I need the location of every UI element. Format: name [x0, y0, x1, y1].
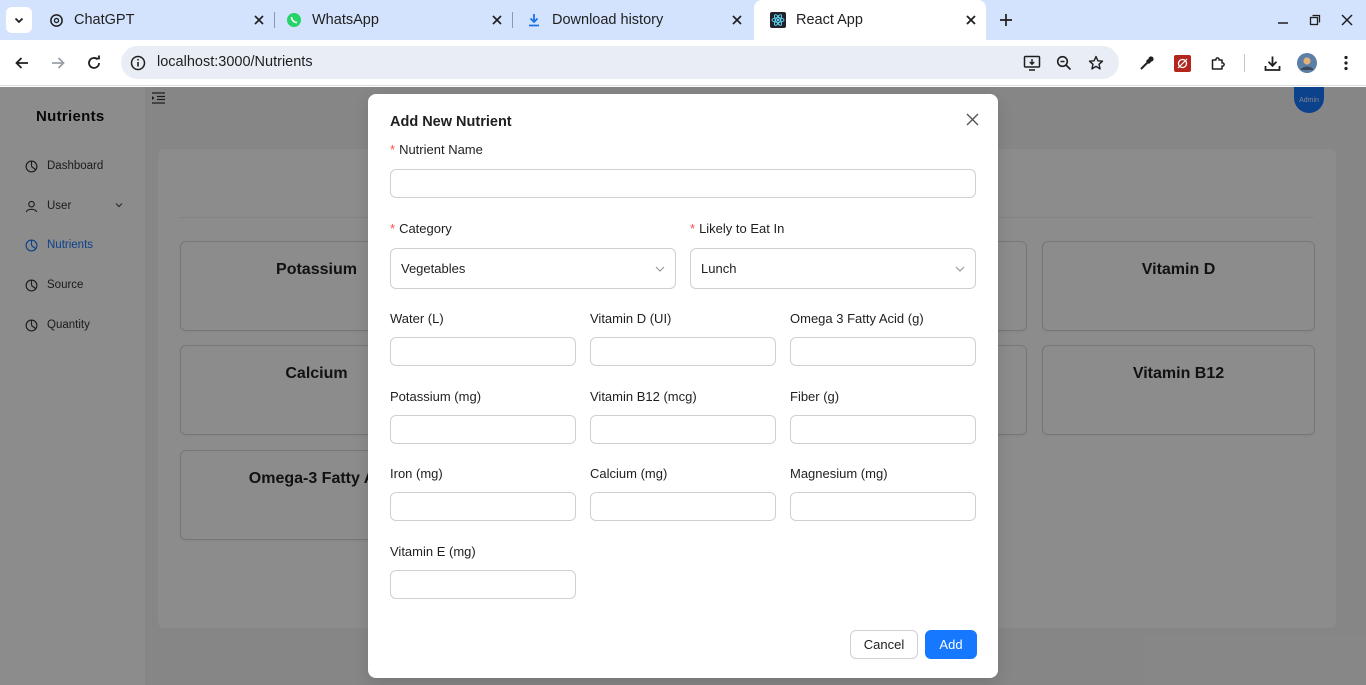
vitamin-e-label: Vitamin E (mg) [390, 544, 476, 559]
likely-to-eat-select-value: Lunch [701, 261, 737, 276]
download-icon [1264, 56, 1280, 71]
magnesium-input[interactable] [790, 492, 976, 521]
kebab-menu-icon [1344, 55, 1348, 71]
restore-button[interactable] [1307, 12, 1323, 28]
react-icon [770, 12, 786, 28]
browser-toolbar: localhost:3000/Nutrients [0, 40, 1366, 86]
required-mark: * [390, 142, 396, 157]
close-icon [966, 113, 978, 125]
close-icon [1341, 14, 1353, 26]
category-label: * Category [390, 221, 452, 236]
calcium-input[interactable] [590, 492, 776, 521]
nutrient-name-label: * Nutrient Name [390, 142, 483, 157]
close-icon[interactable] [252, 13, 266, 27]
vitamin-b12-input[interactable] [590, 415, 776, 444]
required-mark: * [390, 221, 396, 236]
water-label: Water (L) [390, 311, 444, 326]
toolbar-divider [1244, 54, 1245, 72]
likely-to-eat-label: * Likely to Eat In [690, 221, 784, 236]
puzzle-icon [1211, 57, 1225, 70]
extension-logo-icon [1173, 54, 1191, 72]
required-mark: * [690, 221, 696, 236]
calcium-label: Calcium (mg) [590, 466, 668, 481]
fiber-label: Fiber (g) [790, 389, 840, 404]
minimize-icon [1278, 22, 1288, 24]
fiber-input[interactable] [790, 415, 976, 444]
restore-icon [1309, 14, 1321, 26]
vitamin-d-label: Vitamin D (UI) [590, 311, 672, 326]
category-select[interactable]: Vegetables [390, 248, 676, 289]
vitamin-b12-label: Vitamin B12 (mcg) [590, 389, 697, 404]
potassium-input[interactable] [390, 415, 576, 444]
tab-whatsapp[interactable]: WhatsApp [270, 0, 512, 40]
add-nutrient-modal: Add New Nutrient * Nutrient Name * Categor… [368, 94, 998, 678]
bookmark-star-icon[interactable] [1086, 53, 1106, 73]
vitamin-d-input[interactable] [590, 337, 776, 366]
tab-title: React App [796, 12, 863, 28]
chevron-down-icon [655, 266, 665, 272]
plus-icon [1000, 14, 1012, 26]
field-label-text: Nutrient Name [399, 142, 483, 157]
modal-close-button[interactable] [964, 111, 980, 127]
install-app-icon[interactable] [1022, 53, 1042, 73]
close-icon[interactable] [964, 13, 978, 27]
omega3-input[interactable] [790, 337, 976, 366]
field-label-text: Likely to Eat In [699, 221, 785, 236]
forward-button[interactable] [48, 53, 68, 73]
whatsapp-icon [286, 12, 302, 28]
close-icon[interactable] [490, 13, 504, 27]
reload-button[interactable] [84, 53, 104, 73]
arrow-left-icon [15, 57, 28, 69]
url-path: :3000/Nutrients [214, 54, 313, 70]
cancel-button[interactable]: Cancel [850, 630, 918, 659]
red-extension-button[interactable] [1172, 53, 1192, 73]
close-icon[interactable] [730, 13, 744, 27]
download-icon [526, 12, 542, 28]
back-button[interactable] [12, 53, 32, 73]
eyedropper-extension-button[interactable] [1137, 53, 1157, 73]
eyedropper-icon [1140, 56, 1154, 70]
site-info-icon[interactable] [129, 54, 147, 72]
water-input[interactable] [390, 337, 576, 366]
potassium-label: Potassium (mg) [390, 389, 482, 404]
tab-title: WhatsApp [312, 12, 379, 28]
new-tab-button[interactable] [996, 10, 1016, 30]
extensions-button[interactable] [1208, 53, 1228, 73]
omega3-label: Omega 3 Fatty Acid (g) [790, 311, 924, 326]
likely-to-eat-select[interactable]: Lunch [690, 248, 976, 289]
nutrient-name-input[interactable] [390, 169, 976, 198]
window-close-button[interactable] [1339, 12, 1355, 28]
iron-label: Iron (mg) [390, 466, 443, 481]
tab-download-history[interactable]: Download history [510, 0, 752, 40]
profile-avatar-icon [1297, 53, 1317, 73]
tab-search-button[interactable] [6, 7, 32, 33]
tab-chatgpt[interactable]: ChatGPT [32, 0, 274, 40]
minimize-button[interactable] [1275, 12, 1291, 28]
category-select-value: Vegetables [401, 261, 466, 276]
iron-input[interactable] [390, 492, 576, 521]
tab-title: ChatGPT [74, 12, 135, 28]
field-label-text: Category [399, 221, 452, 236]
add-button[interactable]: Add [925, 630, 977, 659]
tab-strip: ChatGPT WhatsApp Download history React … [0, 0, 1366, 40]
tab-title: Download history [552, 12, 664, 28]
chatgpt-icon [48, 12, 64, 28]
zoom-icon[interactable] [1054, 53, 1074, 73]
chevron-down-icon [14, 17, 24, 24]
address-bar[interactable]: localhost:3000/Nutrients [121, 46, 1119, 79]
reload-icon [88, 55, 100, 69]
modal-title: Add New Nutrient [390, 114, 512, 130]
arrow-right-icon [52, 57, 65, 69]
magnesium-label: Magnesium (mg) [790, 466, 888, 481]
url-text: localhost:3000/Nutrients [157, 54, 313, 70]
tab-react-app[interactable]: React App [754, 0, 986, 40]
url-host: localhost [157, 54, 215, 70]
chevron-down-icon [955, 266, 965, 272]
downloads-button[interactable] [1262, 53, 1282, 73]
vitamin-e-input[interactable] [390, 570, 576, 599]
browser-menu-button[interactable] [1336, 53, 1356, 73]
profile-button[interactable] [1297, 53, 1317, 73]
